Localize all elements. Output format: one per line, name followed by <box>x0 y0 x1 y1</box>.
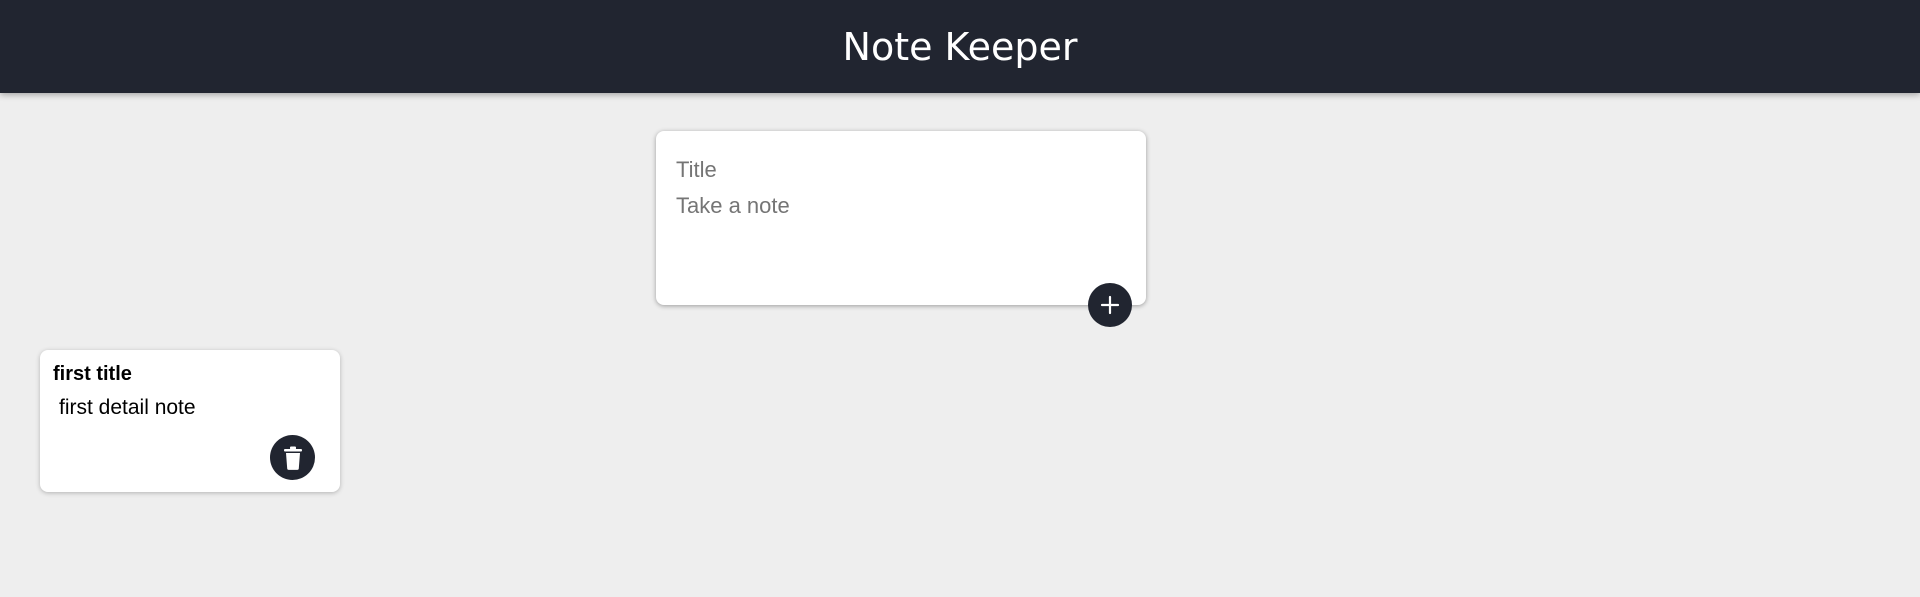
note-content: first detail note <box>59 396 196 419</box>
trash-icon <box>283 446 302 470</box>
delete-note-button[interactable] <box>270 435 315 480</box>
note-content-input[interactable] <box>676 193 1116 283</box>
create-note-form <box>656 131 1146 305</box>
note-title: first title <box>53 363 132 385</box>
app-header: Note Keeper <box>0 0 1920 93</box>
note-title-input[interactable] <box>676 155 1116 185</box>
plus-icon <box>1100 295 1120 315</box>
app-title: Note Keeper <box>842 24 1078 69</box>
note-card: first title first detail note <box>40 350 340 492</box>
add-note-button[interactable] <box>1088 283 1132 327</box>
